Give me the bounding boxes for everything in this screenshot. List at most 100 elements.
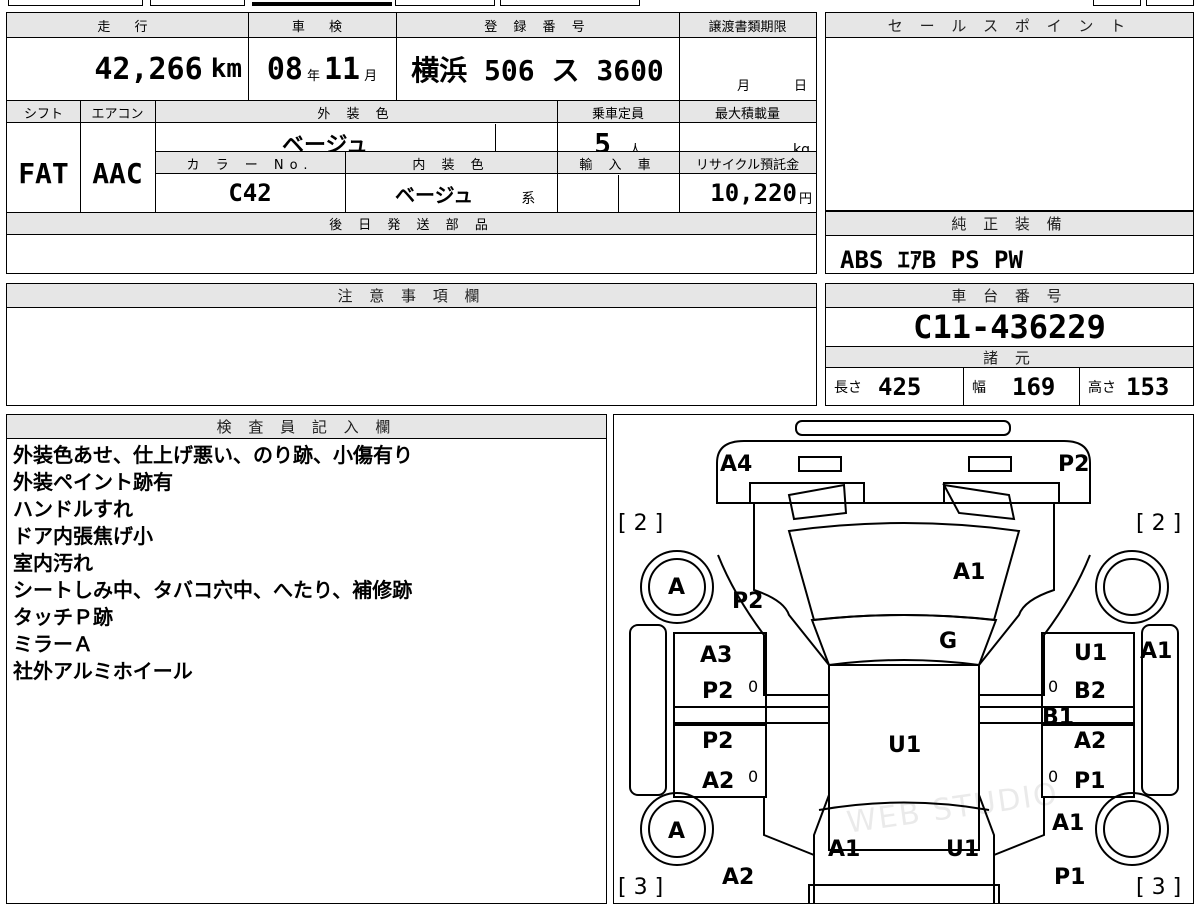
height-label: 高さ (1088, 379, 1116, 396)
mileage-value: 42,266 km (7, 38, 248, 100)
aircon-value: AAC (92, 157, 143, 190)
transfer-deadline-value: 月 日 (679, 38, 816, 100)
length-spec: 長さ 425 (826, 368, 964, 405)
mark-right-rear-fender: A1 (1052, 811, 1085, 836)
width-spec: 幅 169 (964, 368, 1080, 405)
transfer-deadline-label: 譲渡書類期限 (708, 20, 787, 35)
interior-color-label: 内 装 色 (412, 157, 490, 173)
genuine-equipment-label: 純 正 装 備 (826, 212, 1193, 236)
mark-right-front-door-1: U1 (1074, 641, 1108, 666)
mark-right-rear-door-1: A2 (1074, 729, 1107, 754)
exterior-color-label: 外 装 色 (317, 106, 395, 122)
mark-left-rear-door-1: P2 (702, 729, 734, 754)
inspector-note-line: ミラーＡ (13, 632, 93, 656)
bracket-right-top: [ 2 ] (1136, 511, 1182, 536)
inspector-note-line: シートしみ中、タバコ穴中、へたり、補修跡 (13, 578, 413, 602)
capacity-label: 乗車定員 (591, 106, 644, 122)
inspector-note-line: ハンドルすれ (13, 497, 133, 521)
length-value: 425 (878, 372, 922, 401)
mileage-number: 42,266 (94, 51, 203, 87)
genuine-equipment-box: 純 正 装 備 ABS ｴｱB PS PW (825, 211, 1194, 274)
shift-label: シフト (23, 106, 63, 122)
shift-value: FAT (18, 157, 69, 190)
bracket-left-top: [ 2 ] (618, 511, 664, 536)
inspection-label: 車 検 (291, 20, 353, 35)
mark-left-front-door-2: P2 (702, 679, 734, 704)
mark-windshield: G (939, 629, 958, 654)
aircon-label: エアコン (91, 106, 144, 122)
import-label: 輸 入 車 (579, 157, 657, 173)
mark-right-rear-door-2: P1 (1074, 769, 1106, 794)
mark-hood: A1 (953, 560, 986, 585)
later-parts-label: 後 日 発 送 部 品 (7, 213, 816, 235)
mark-left-front-door-1: A3 (700, 643, 733, 668)
mark-front-right-corner: P2 (1058, 452, 1090, 477)
inspection-year: 08 (266, 51, 303, 87)
vehicle-info-table: 走 行 車 検 登 録 番 号 譲渡書類期限 42,266 km 08 年 11… (6, 12, 817, 274)
chassis-number: C11-436229 (913, 308, 1106, 346)
mark-right-front-fender: A1 (1140, 639, 1173, 664)
mark-rear-right-fender: P1 (1054, 865, 1086, 890)
recycle-unit: 円 (798, 191, 812, 207)
recycle-number: 10,220 (710, 179, 797, 207)
notes-label: 注 意 事 項 欄 (7, 284, 816, 308)
chassis-box: 車 台 番 号 C11-436229 諸 元 長さ 425 幅 169 高さ 1… (825, 283, 1194, 406)
mark-trunk-left: A1 (828, 837, 861, 862)
specs-row: 長さ 425 幅 169 高さ 153 (826, 368, 1193, 405)
transfer-day-unit: 日 (794, 79, 808, 94)
bracket-left-bottom: [ 3 ] (618, 875, 664, 900)
inspection-month: 11 (324, 51, 361, 87)
interior-color-text: ベージュ (395, 182, 474, 207)
height-spec: 高さ 153 (1080, 368, 1193, 405)
month-unit: 月 (364, 68, 378, 84)
interior-color-value: ベージュ 系 (345, 175, 557, 211)
color-no-value: C42 (228, 179, 272, 207)
mark-trunk-right: U1 (946, 837, 980, 862)
inspector-notes: 外装色あせ、仕上げ悪い、のり跡、小傷有り 外装ペイント跡有 ハンドルすれ ドア内… (13, 442, 413, 685)
genuine-equipment-value: ABS ｴｱB PS PW (840, 246, 1023, 274)
mileage-label: 走 行 (97, 20, 158, 35)
registration-value: 横浜 506 ス 3600 (411, 54, 664, 87)
specs-label: 諸 元 (826, 346, 1193, 368)
chassis-label: 車 台 番 号 (826, 284, 1193, 308)
top-strip (0, 0, 1200, 8)
inspector-note-line: 外装ペイント跡有 (13, 470, 173, 494)
recycle-value: 10,220 円 (679, 175, 816, 211)
mileage-unit: km (210, 54, 242, 84)
year-unit: 年 (306, 68, 320, 84)
width-label: 幅 (972, 379, 986, 396)
mark-roof: U1 (888, 733, 922, 758)
inspector-note-line: 社外アルミホイール (13, 659, 193, 683)
notes-box: 注 意 事 項 欄 (6, 283, 817, 406)
mark-zero-3: 0 (748, 767, 759, 786)
interior-color-suffix: 系 (521, 191, 536, 207)
inspector-note-line: 室内汚れ (13, 551, 93, 575)
inspector-note-line: タッチＰ跡 (13, 605, 113, 629)
recycle-label: リサイクル預託金 (695, 157, 800, 173)
mark-zero-1: 0 (748, 677, 759, 696)
length-label: 長さ (834, 379, 862, 396)
sales-point-box: セ ー ル ス ポ イ ン ト (825, 12, 1194, 211)
bracket-right-bottom: [ 3 ] (1136, 875, 1182, 900)
inspector-label: 検 査 員 記 入 欄 (7, 415, 606, 439)
mark-right-front-door-2: B2 (1074, 679, 1107, 704)
inspector-box: 検 査 員 記 入 欄 外装色あせ、仕上げ悪い、のり跡、小傷有り 外装ペイント跡… (6, 414, 607, 904)
mark-front-left-corner: A4 (720, 452, 753, 477)
color-no-label: カ ラ ー No. (186, 157, 314, 173)
mark-zero-2: 0 (1048, 677, 1059, 696)
width-value: 169 (1012, 372, 1056, 401)
inspector-note-line: ドア内張焦げ小 (13, 524, 153, 548)
inspector-note-line: 外装色あせ、仕上げ悪い、のり跡、小傷有り (13, 443, 413, 467)
max-load-label: 最大積載量 (714, 106, 780, 122)
transfer-month-unit: 月 (737, 79, 751, 94)
height-value: 153 (1126, 372, 1170, 401)
mark-left-rear-door-2: A2 (702, 769, 735, 794)
mark-front-left-fender: P2 (732, 589, 764, 614)
registration-label: 登 録 番 号 (484, 20, 591, 35)
car-damage-diagram: [ 2 ] [ 2 ] [ 3 ] [ 3 ] A4 P2 A1 A P2 G … (613, 414, 1194, 904)
inspection-value: 08 年 11 月 (248, 38, 396, 100)
mark-rear-left-fender: A2 (722, 865, 755, 890)
mark-rear-wheel-left: A (668, 819, 686, 844)
mark-front-wheel-left: A (668, 575, 686, 600)
mark-right-pillar: B1 (1042, 705, 1075, 730)
